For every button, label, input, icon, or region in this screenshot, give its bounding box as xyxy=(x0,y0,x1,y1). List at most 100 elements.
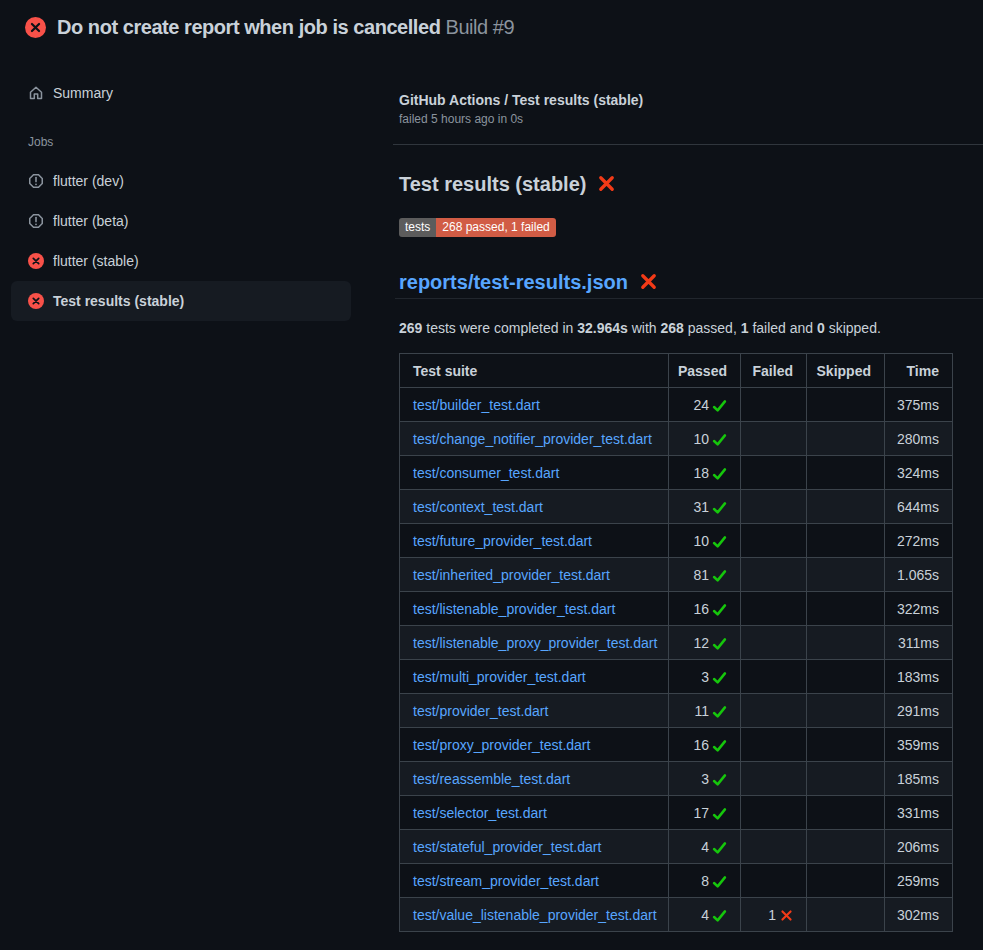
passed-check-icon xyxy=(712,534,727,549)
summary-segment: 0 xyxy=(817,320,825,336)
sidebar-item-flutter-dev[interactable]: flutter (dev) xyxy=(11,161,351,201)
passed-cell: 10 xyxy=(669,524,741,558)
skipped-cell xyxy=(807,490,885,524)
test-suite-link[interactable]: test/multi_provider_test.dart xyxy=(413,669,586,685)
table-row: test/stateful_provider_test.dart4206ms xyxy=(400,830,953,864)
report-divider xyxy=(395,298,983,299)
table-row: test/consumer_test.dart18324ms xyxy=(400,456,953,490)
failed-cell xyxy=(741,694,807,728)
summary-segment: skipped. xyxy=(825,320,881,336)
skipped-cell xyxy=(807,728,885,762)
passed-cell: 81 xyxy=(669,558,741,592)
sidebar-item-test-results-stable[interactable]: Test results (stable) xyxy=(11,281,351,321)
results-table-body: test/builder_test.dart24375mstest/change… xyxy=(400,388,953,932)
page-title: Do not create report when job is cancell… xyxy=(57,16,514,39)
column-header-failed: Failed xyxy=(741,354,807,388)
table-row: test/listenable_proxy_provider_test.dart… xyxy=(400,626,953,660)
test-suite-link[interactable]: test/stream_provider_test.dart xyxy=(413,873,599,889)
table-row: test/change_notifier_provider_test.dart1… xyxy=(400,422,953,456)
passed-cell: 12 xyxy=(669,626,741,660)
section-failed-x-icon xyxy=(597,174,616,193)
suite-cell: test/listenable_provider_test.dart xyxy=(400,592,669,626)
table-row: test/context_test.dart31644ms xyxy=(400,490,953,524)
test-suite-link[interactable]: test/builder_test.dart xyxy=(413,397,540,413)
sidebar-item-flutter-stable[interactable]: flutter (stable) xyxy=(11,241,351,281)
test-suite-link[interactable]: test/value_listenable_provider_test.dart xyxy=(413,907,657,923)
passed-cell: 11 xyxy=(669,694,741,728)
column-header-time: Time xyxy=(885,354,953,388)
time-cell: 1.065s xyxy=(885,558,953,592)
passed-cell: 17 xyxy=(669,796,741,830)
section-title-text: Test results (stable) xyxy=(399,173,586,195)
test-suite-link[interactable]: test/future_provider_test.dart xyxy=(413,533,592,549)
time-cell: 359ms xyxy=(885,728,953,762)
time-cell: 302ms xyxy=(885,898,953,932)
test-suite-link[interactable]: test/inherited_provider_test.dart xyxy=(413,567,610,583)
test-suite-link[interactable]: test/reassemble_test.dart xyxy=(413,771,570,787)
test-suite-link[interactable]: test/context_test.dart xyxy=(413,499,543,515)
test-suite-link[interactable]: test/change_notifier_provider_test.dart xyxy=(413,431,652,447)
failed-cell xyxy=(741,524,807,558)
time-cell: 280ms xyxy=(885,422,953,456)
passed-check-icon xyxy=(712,806,727,821)
results-table: Test suitePassedFailedSkippedTime test/b… xyxy=(399,353,953,932)
sidebar-item-flutter-beta[interactable]: flutter (beta) xyxy=(11,201,351,241)
passed-cell: 4 xyxy=(669,898,741,932)
x-circle-icon xyxy=(28,293,44,309)
test-suite-link[interactable]: test/consumer_test.dart xyxy=(413,465,559,481)
passed-cell: 3 xyxy=(669,762,741,796)
job-label: flutter (stable) xyxy=(53,253,139,269)
job-label: flutter (dev) xyxy=(53,173,124,189)
suite-cell: test/listenable_proxy_provider_test.dart xyxy=(400,626,669,660)
passed-cell: 24 xyxy=(669,388,741,422)
test-suite-link[interactable]: test/stateful_provider_test.dart xyxy=(413,839,601,855)
test-suite-link[interactable]: test/listenable_proxy_provider_test.dart xyxy=(413,635,657,651)
passed-check-icon xyxy=(712,602,727,617)
suite-cell: test/multi_provider_test.dart xyxy=(400,660,669,694)
time-cell: 206ms xyxy=(885,830,953,864)
column-header-passed: Passed xyxy=(669,354,741,388)
passed-check-icon xyxy=(712,772,727,787)
test-suite-link[interactable]: test/listenable_provider_test.dart xyxy=(413,601,615,617)
passed-check-icon xyxy=(712,636,727,651)
time-cell: 291ms xyxy=(885,694,953,728)
skipped-cell xyxy=(807,626,885,660)
passed-cell: 8 xyxy=(669,864,741,898)
suite-cell: test/change_notifier_provider_test.dart xyxy=(400,422,669,456)
time-cell: 322ms xyxy=(885,592,953,626)
time-cell: 311ms xyxy=(885,626,953,660)
passed-check-icon xyxy=(712,704,727,719)
sidebar-jobs-list: flutter (dev) flutter (beta) flutter (stab… xyxy=(11,161,351,321)
passed-check-icon xyxy=(712,432,727,447)
summary-segment: 1 xyxy=(741,320,749,336)
skipped-cell xyxy=(807,830,885,864)
failed-cell xyxy=(741,626,807,660)
summary-segment: 269 xyxy=(399,320,422,336)
passed-check-icon xyxy=(712,466,727,481)
skipped-cell xyxy=(807,694,885,728)
test-suite-link[interactable]: test/proxy_provider_test.dart xyxy=(413,737,590,753)
breadcrumb: GitHub Actions / Test results (stable) xyxy=(399,92,643,108)
sidebar-item-summary[interactable]: Summary xyxy=(11,73,351,113)
table-row: test/builder_test.dart24375ms xyxy=(400,388,953,422)
build-title-text: Do not create report when job is cancell… xyxy=(57,16,440,38)
skipped-cell xyxy=(807,796,885,830)
summary-segment: passed, xyxy=(684,320,741,336)
header-divider xyxy=(393,144,983,145)
skipped-cell xyxy=(807,388,885,422)
suite-cell: test/builder_test.dart xyxy=(400,388,669,422)
test-suite-link[interactable]: test/selector_test.dart xyxy=(413,805,547,821)
suite-cell: test/proxy_provider_test.dart xyxy=(400,728,669,762)
suite-cell: test/inherited_provider_test.dart xyxy=(400,558,669,592)
skipped-cell xyxy=(807,558,885,592)
report-title[interactable]: reports/test-results.json xyxy=(399,270,658,294)
table-row: test/listenable_provider_test.dart16322m… xyxy=(400,592,953,626)
suite-cell: test/context_test.dart xyxy=(400,490,669,524)
skipped-cell xyxy=(807,864,885,898)
badge-label: tests xyxy=(399,218,436,237)
suite-cell: test/stream_provider_test.dart xyxy=(400,864,669,898)
passed-cell: 16 xyxy=(669,728,741,762)
suite-cell: test/provider_test.dart xyxy=(400,694,669,728)
failed-cell xyxy=(741,762,807,796)
test-suite-link[interactable]: test/provider_test.dart xyxy=(413,703,548,719)
